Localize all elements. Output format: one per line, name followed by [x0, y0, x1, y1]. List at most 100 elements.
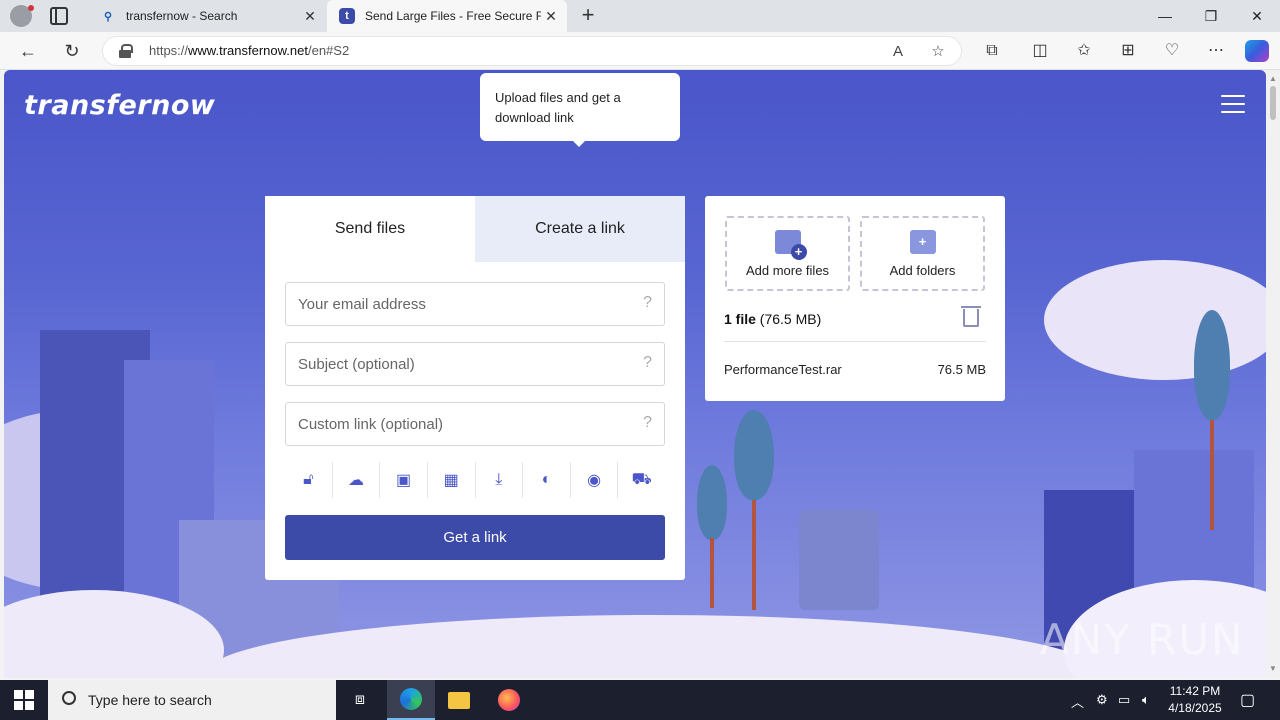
file-explorer-icon[interactable] — [435, 680, 483, 720]
tab-create-link[interactable]: Create a link — [475, 196, 685, 262]
scroll-down-icon[interactable]: ▼ — [1269, 664, 1277, 673]
image-icon[interactable]: ▣ — [380, 462, 428, 498]
foreground-cloud — [204, 615, 1104, 678]
custom-link-input[interactable] — [286, 403, 616, 445]
tree-illustration — [734, 410, 774, 500]
back-button[interactable]: ← — [14, 38, 42, 64]
get-link-button[interactable]: Get a link — [285, 515, 665, 560]
refresh-button[interactable]: ↻ — [58, 38, 86, 64]
read-aloud-icon[interactable]: A — [887, 41, 909, 63]
start-button[interactable] — [14, 690, 34, 710]
add-files-label: Add more files — [745, 263, 830, 278]
browser-essentials-icon[interactable]: ♡ — [1158, 38, 1186, 64]
notifications-icon[interactable]: ▢ — [1240, 690, 1255, 710]
clock-time: 11:42 PM — [1169, 684, 1221, 698]
add-folders-label: Add folders — [889, 263, 956, 278]
hamburger-menu-icon[interactable] — [1221, 95, 1245, 115]
url-text[interactable]: https://www.transfernow.net/en#S2 — [149, 43, 349, 58]
copilot-icon[interactable] — [1245, 40, 1269, 62]
extensions-icon[interactable]: ⧉ — [978, 38, 1006, 64]
tab-title: transfernow - Search — [126, 9, 238, 23]
background-cloud — [1044, 260, 1266, 380]
close-window-button[interactable]: ✕ — [1234, 0, 1280, 32]
help-icon[interactable]: ? — [643, 414, 652, 432]
mode-tabs: Send files Create a link — [265, 196, 685, 262]
file-summary: 1 file (76.5 MB) — [724, 311, 822, 327]
tree-trunk — [1210, 420, 1214, 530]
file-size: 76.5 MB — [937, 362, 986, 377]
more-menu-icon[interactable]: ⋯ — [1202, 38, 1230, 64]
transfer-options: 🔓︎ ☁︎ ▣ ▦ ⤓ ◐ ◉ ⛟ — [285, 462, 665, 498]
restore-button[interactable]: ❐ — [1188, 0, 1234, 32]
anyrun-watermark: ANY RUN — [1040, 615, 1245, 664]
tab-transfernow[interactable]: t Send Large Files - Free Secure File ✕ — [327, 0, 567, 32]
add-folders-button[interactable]: + Add folders — [860, 216, 985, 291]
tree-illustration — [1194, 310, 1230, 420]
scroll-thumb[interactable] — [1270, 86, 1276, 120]
tree-trunk — [752, 500, 756, 610]
calendar-icon[interactable]: ▦ — [428, 462, 476, 498]
lock-icon[interactable] — [119, 44, 133, 58]
cloud-sync-icon[interactable]: ☁︎ — [333, 462, 381, 498]
transfernow-logo-icon: t — [339, 8, 355, 24]
task-view-icon[interactable]: ⧈ — [336, 680, 384, 720]
add-file-icon: + — [774, 230, 807, 260]
help-icon[interactable]: ? — [643, 354, 652, 372]
new-tab-button[interactable]: + — [576, 4, 600, 28]
tree-illustration — [697, 465, 727, 540]
lock-icon[interactable]: 🔓︎ — [285, 462, 333, 498]
add-folder-icon: + — [909, 230, 936, 254]
tab-send-files[interactable]: Send files — [265, 196, 475, 262]
taskbar: Type here to search ⧈ ︿ ⚙︎ ▭ 🔈︎ 11:42 PM… — [0, 680, 1280, 720]
address-toolbar: ← ↻ https://www.transfernow.net/en#S2 A … — [0, 32, 1280, 70]
files-panel: + Add more files + Add folders 1 file (7… — [705, 196, 1005, 401]
web-page: transfernow Upload files and get a downl… — [4, 70, 1266, 678]
clock-date: 4/18/2025 — [1168, 701, 1222, 715]
split-screen-icon[interactable]: ◫ — [1026, 38, 1054, 64]
scrollbar[interactable]: ▲ ▼ — [1266, 70, 1280, 678]
taskbar-search-placeholder: Type here to search — [88, 692, 212, 708]
tab-search[interactable]: ⚲ transfernow - Search ✕ — [88, 0, 326, 32]
edge-taskbar-icon[interactable] — [387, 680, 435, 720]
address-bar[interactable]: https://www.transfernow.net/en#S2 A ☆ — [102, 36, 962, 66]
tree-trunk — [710, 538, 714, 608]
volume-icon[interactable]: 🔈︎ — [1142, 692, 1150, 708]
tab-actions-icon[interactable] — [50, 7, 68, 25]
favorite-star-icon[interactable]: ☆ — [927, 41, 949, 63]
globe-icon[interactable]: ◐ — [523, 462, 571, 498]
cart-icon[interactable]: ⛟ — [618, 462, 665, 498]
close-icon[interactable]: ✕ — [300, 8, 320, 25]
scroll-up-icon[interactable]: ▲ — [1269, 74, 1277, 83]
send-form-card: Send files Create a link ? ? ? 🔓︎ ☁︎ ▣ ▦… — [265, 196, 685, 580]
trash-icon[interactable] — [961, 306, 981, 327]
tray-chevron-icon[interactable]: ︿ — [1071, 692, 1084, 711]
minimize-button[interactable]: — — [1142, 0, 1188, 32]
tab-title: Send Large Files - Free Secure File — [365, 9, 541, 23]
taskbar-search[interactable]: Type here to search — [48, 680, 336, 720]
eye-icon[interactable]: ◉ — [571, 462, 619, 498]
search-icon — [62, 691, 76, 705]
add-more-files-button[interactable]: + Add more files — [725, 216, 850, 291]
network-icon[interactable]: ▭ — [1118, 692, 1130, 708]
download-icon[interactable]: ⤓ — [476, 462, 524, 498]
help-icon[interactable]: ? — [643, 294, 652, 312]
taskbar-clock[interactable]: 11:42 PM 4/18/2025 — [1160, 683, 1230, 717]
subject-field[interactable]: ? — [285, 342, 665, 386]
custom-link-field[interactable]: ? — [285, 402, 665, 446]
email-input[interactable] — [286, 283, 616, 325]
firefox-icon[interactable] — [485, 680, 533, 720]
favorites-icon[interactable]: ✩ — [1070, 38, 1098, 64]
network-adapter-icon[interactable]: ⚙︎ — [1096, 692, 1108, 708]
close-icon[interactable]: ✕ — [541, 8, 561, 25]
file-name: PerformanceTest.rar — [724, 362, 842, 377]
notification-dot — [28, 5, 34, 11]
search-icon: ⚲ — [103, 10, 113, 23]
email-field[interactable]: ? — [285, 282, 665, 326]
tab-strip: ⚲ transfernow - Search ✕ t Send Large Fi… — [0, 0, 1280, 32]
divider — [724, 341, 986, 342]
upload-tooltip: Upload files and get a download link — [480, 73, 680, 147]
collections-icon[interactable]: ⊞ — [1114, 38, 1142, 64]
server-illustration — [799, 510, 879, 610]
subject-input[interactable] — [286, 343, 616, 385]
transfernow-logo[interactable]: transfernow — [24, 90, 215, 121]
